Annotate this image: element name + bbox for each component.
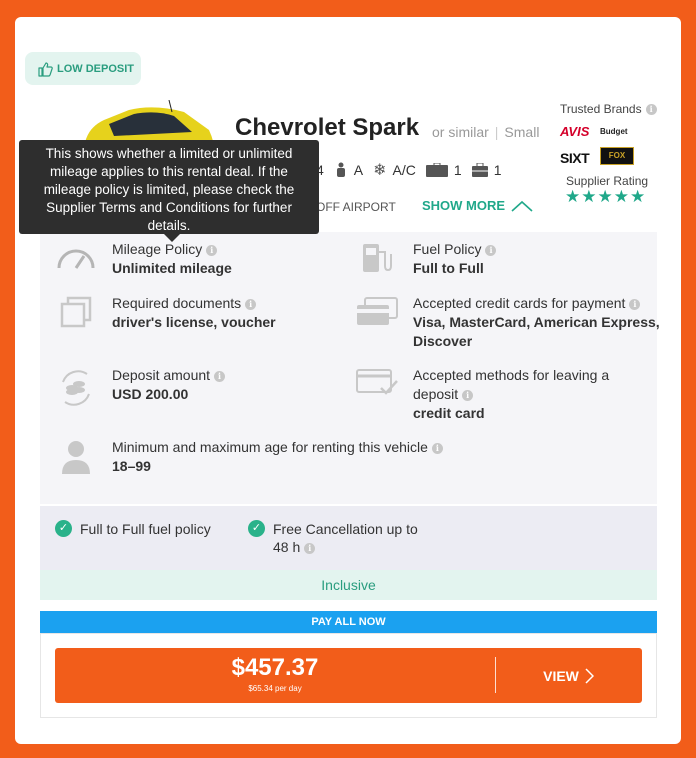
feature-mileage: Mileage Policy i Unlimited mileage <box>54 240 232 278</box>
small-suitcase-icon <box>471 163 488 177</box>
brand-budget-logo: Budget <box>600 127 628 136</box>
feature-deposit: Deposit amount i USD 200.00 <box>54 366 226 408</box>
brand-fox-logo: FOX <box>600 147 634 165</box>
low-deposit-badge: LOW DEPOSIT <box>25 52 141 85</box>
feature-value: credit card <box>413 405 485 421</box>
info-icon[interactable]: i <box>214 371 226 382</box>
feature-label: Mileage Policy i <box>112 240 232 259</box>
car-name: Chevrolet Spark <box>235 114 420 141</box>
or-similar-text: or similar <box>432 124 489 140</box>
mileage-tooltip: This shows whether a limited or unlimite… <box>19 140 319 242</box>
check-icon: ✓ <box>55 520 72 537</box>
feature-age: Minimum and maximum age for renting this… <box>54 438 443 476</box>
policy-panel: ✓ Full to Full fuel policy ✓ Free Cancel… <box>40 506 657 570</box>
car-subtitle: or similar | Small <box>432 124 539 140</box>
feature-label: Fuel Policy i <box>413 240 497 259</box>
feature-value: Visa, MasterCard, American Express, Disc… <box>413 314 660 349</box>
feature-value: Unlimited mileage <box>112 260 232 276</box>
supplier-rating-title: Supplier Rating <box>566 174 649 188</box>
feature-value: USD 200.00 <box>112 386 189 402</box>
star-icon: ★ <box>630 187 646 206</box>
pay-all-now-banner: PAY ALL NOW <box>40 611 657 633</box>
info-icon[interactable]: i <box>629 299 641 310</box>
supplier-rating-stars: ★ ★ ★ ★ ★ <box>565 188 645 206</box>
info-icon[interactable]: i <box>645 104 657 115</box>
feature-value: driver's license, voucher <box>112 314 276 330</box>
brand-avis-logo: AVIS <box>560 124 590 139</box>
subtitle-separator: | <box>494 124 499 140</box>
total-price: $457.37 <box>231 654 319 681</box>
feature-deposit-methods: Accepted methods for leaving a deposit i … <box>355 366 643 423</box>
policy-fuel: ✓ Full to Full fuel policy <box>55 520 211 538</box>
large-suitcase-icon <box>425 163 448 177</box>
car-specs: 4 A ❄ A/C 1 1 <box>316 160 501 180</box>
pickup-location: OFF AIRPORT <box>316 200 396 214</box>
info-icon[interactable]: i <box>485 245 497 256</box>
snowflake-icon: ❄ <box>373 162 387 179</box>
feature-fuel: Fuel Policy i Full to Full <box>355 240 497 278</box>
documents-icon <box>60 296 92 328</box>
chevron-right-icon <box>585 667 594 684</box>
feature-label: Deposit amount i <box>112 366 226 385</box>
star-icon: ★ <box>581 187 597 206</box>
info-icon[interactable]: i <box>462 390 474 401</box>
feature-value: 18–99 <box>112 458 151 474</box>
feature-label: Minimum and maximum age for renting this… <box>112 438 443 457</box>
gear-shift-icon <box>336 162 345 177</box>
feature-label: Accepted credit cards for payment i <box>413 294 663 313</box>
coins-refresh-icon <box>62 370 90 406</box>
brand-sixt-logo: SIXT <box>560 150 590 166</box>
spec-ac: ❄ A/C <box>373 162 416 179</box>
spec-small-bags: 1 <box>471 162 501 178</box>
info-icon[interactable]: i <box>431 443 443 454</box>
feature-label: Accepted methods for leaving a deposit i <box>413 367 610 402</box>
spec-transmission: A <box>334 162 363 178</box>
chevron-up-icon <box>511 200 533 212</box>
policy-cancellation: ✓ Free Cancellation up to 48 hi <box>248 520 418 556</box>
thumbs-up-icon <box>38 61 53 77</box>
fuel-pump-icon <box>363 244 392 272</box>
details-panel: Mileage Policy i Unlimited mileage Fuel P… <box>40 232 660 504</box>
trusted-brands-title: Trusted Brands i <box>560 102 657 116</box>
view-button[interactable]: VIEW <box>495 648 642 703</box>
feature-value: Full to Full <box>413 260 484 276</box>
info-icon[interactable]: i <box>304 543 316 554</box>
star-icon: ★ <box>565 187 581 206</box>
person-icon <box>62 441 90 474</box>
feature-label: Required documents i <box>112 294 276 313</box>
spec-large-bags: 1 <box>425 162 462 178</box>
show-more-button[interactable]: SHOW MORE <box>422 198 533 213</box>
feature-credit-cards: Accepted credit cards for payment i Visa,… <box>355 294 663 351</box>
info-icon[interactable]: i <box>206 245 218 256</box>
inclusive-label: Inclusive <box>40 570 657 600</box>
speedometer-icon <box>57 249 95 269</box>
card-check-icon <box>356 369 398 395</box>
view-deal-button[interactable]: $457.37 $65.34 per day VIEW <box>55 648 642 703</box>
check-icon: ✓ <box>248 520 265 537</box>
star-icon: ★ <box>597 187 613 206</box>
info-icon[interactable]: i <box>245 299 257 310</box>
price-per-day: $65.34 per day <box>248 684 302 693</box>
feature-documents: Required documents i driver's license, vo… <box>54 294 276 332</box>
car-category: Small <box>504 124 540 140</box>
star-icon: ★ <box>613 187 629 206</box>
badge-label: LOW DEPOSIT <box>57 62 134 75</box>
credit-card-icon <box>357 297 398 325</box>
